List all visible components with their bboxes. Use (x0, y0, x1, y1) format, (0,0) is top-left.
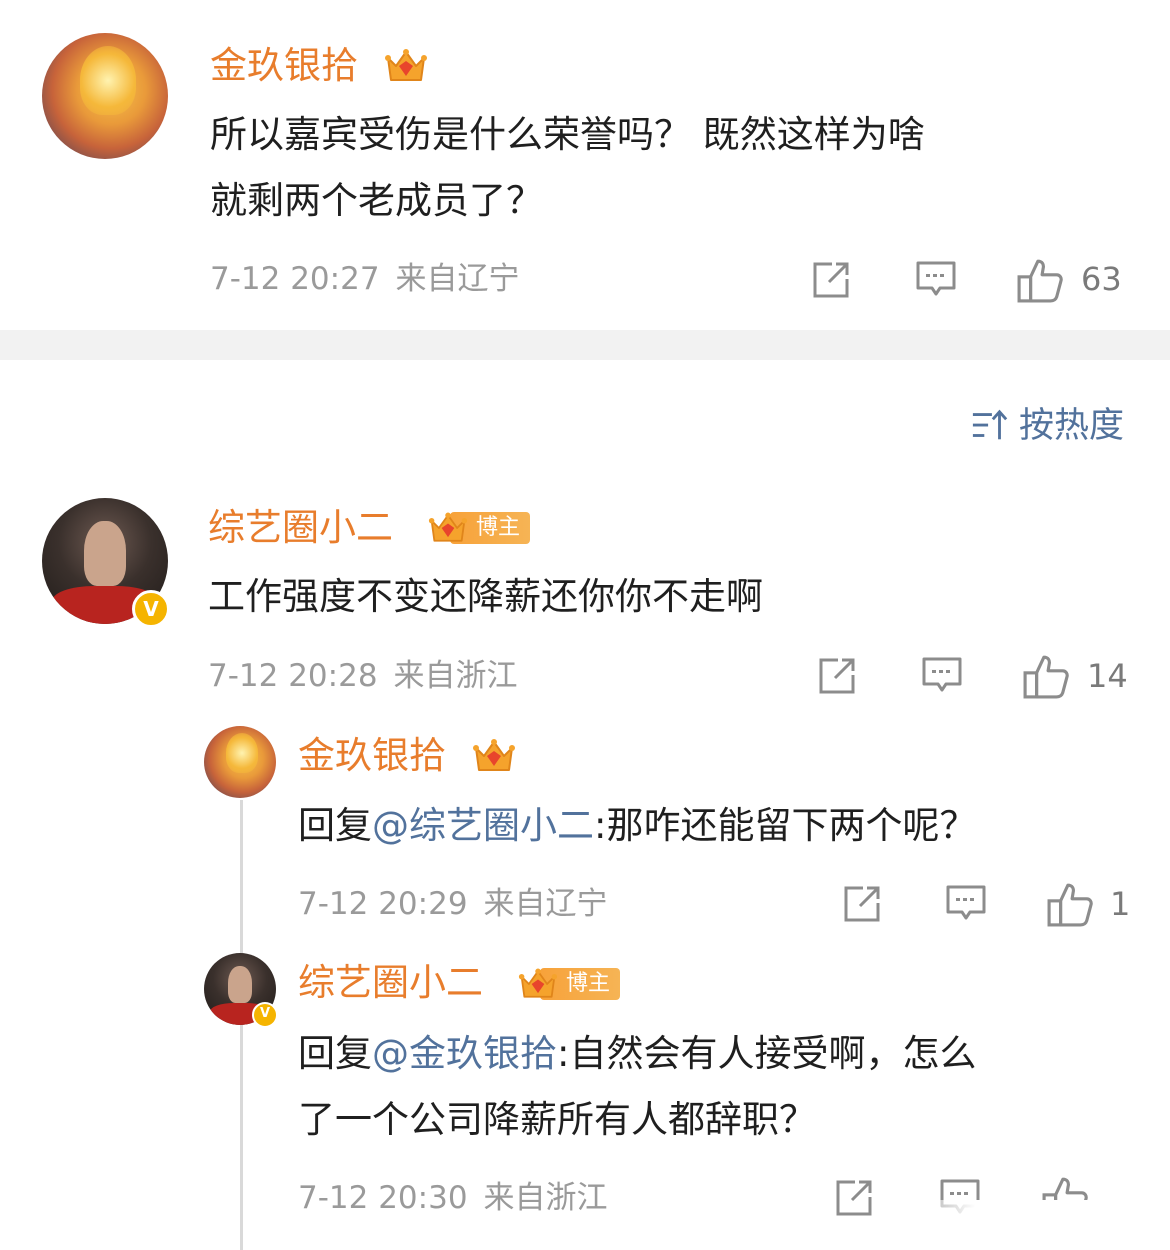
reply-text: 回复@金玖银拾:自然会有人接受啊，怎么 (298, 1022, 976, 1086)
username[interactable]: 综艺圈小二 (208, 506, 393, 550)
share-icon[interactable] (817, 656, 857, 696)
crown-icon (472, 734, 516, 778)
like-count: 14 (1087, 657, 1128, 695)
section-divider (0, 330, 1170, 360)
like-count: 1 (1110, 885, 1131, 923)
reply-prefix: 回复 (298, 804, 372, 847)
reply-text: 了一个公司降薪所有人都辞职？ (298, 1098, 816, 1141)
like-icon[interactable] (1047, 881, 1093, 927)
mention-link[interactable]: @综艺圈小二 (372, 804, 594, 847)
blogger-badge: 博主 (516, 964, 621, 1004)
reply-prefix: 回复 (298, 1032, 372, 1075)
avatar[interactable] (204, 726, 276, 798)
username[interactable]: 金玖银拾 (210, 44, 358, 88)
sort-icon (971, 407, 1009, 445)
comment-location: 来自浙江 (483, 1180, 608, 1216)
comment-time: 7-12 20:30 (298, 1180, 468, 1216)
avatar[interactable] (42, 33, 168, 159)
reply-body: :那咋还能留下两个呢？ (594, 804, 977, 847)
comment-icon[interactable] (916, 260, 956, 300)
comment-location: 来自辽宁 (483, 886, 608, 922)
username[interactable]: 金玖银拾 (298, 734, 446, 778)
like-icon[interactable] (1017, 257, 1063, 303)
share-icon[interactable] (834, 1178, 874, 1218)
comment-meta: 7-12 20:27 来自辽宁 (210, 259, 520, 299)
reply-body: :自然会有人接受啊，怎么 (557, 1032, 977, 1075)
blogger-badge: 博主 (426, 508, 531, 548)
comment-meta: 7-12 20:30 来自浙江 (298, 1178, 608, 1218)
reply-thread-line (240, 800, 243, 1250)
comment-meta: 7-12 20:29 来自辽宁 (298, 884, 608, 924)
comment-location: 来自辽宁 (395, 261, 520, 297)
comment-text: 工作强度不变还降薪还你你不走啊 (208, 575, 763, 618)
like-icon[interactable] (1023, 653, 1069, 699)
comment-meta: 7-12 20:28 来自浙江 (208, 656, 518, 696)
comment-text: 所以嘉宾受伤是什么荣誉吗？ 既然这样为啥 (210, 113, 925, 156)
share-icon[interactable] (811, 260, 851, 300)
crown-icon (426, 508, 470, 548)
username[interactable]: 综艺圈小二 (298, 961, 483, 1005)
share-icon[interactable] (842, 884, 882, 924)
verified-icon: V (252, 1002, 278, 1028)
reply-text: 回复@综艺圈小二:那咋还能留下两个呢？ (298, 794, 976, 858)
comment-time: 7-12 20:27 (210, 261, 380, 297)
comment-location: 来自浙江 (393, 658, 518, 694)
comment-time: 7-12 20:28 (208, 658, 378, 694)
comment-text: 就剩两个老成员了？ (210, 179, 543, 222)
crown-icon (384, 44, 428, 88)
verified-icon: V (132, 590, 170, 628)
watermark-overlay (900, 1200, 1150, 1230)
sort-label: 按热度 (1018, 406, 1124, 446)
comment-icon[interactable] (946, 884, 986, 924)
comment-time: 7-12 20:29 (298, 886, 468, 922)
sort-button[interactable]: 按热度 (971, 405, 1124, 447)
comment-icon[interactable] (922, 656, 962, 696)
like-count: 63 (1081, 260, 1122, 298)
crown-icon (516, 964, 560, 1004)
mention-link[interactable]: @金玖银拾 (372, 1032, 557, 1075)
